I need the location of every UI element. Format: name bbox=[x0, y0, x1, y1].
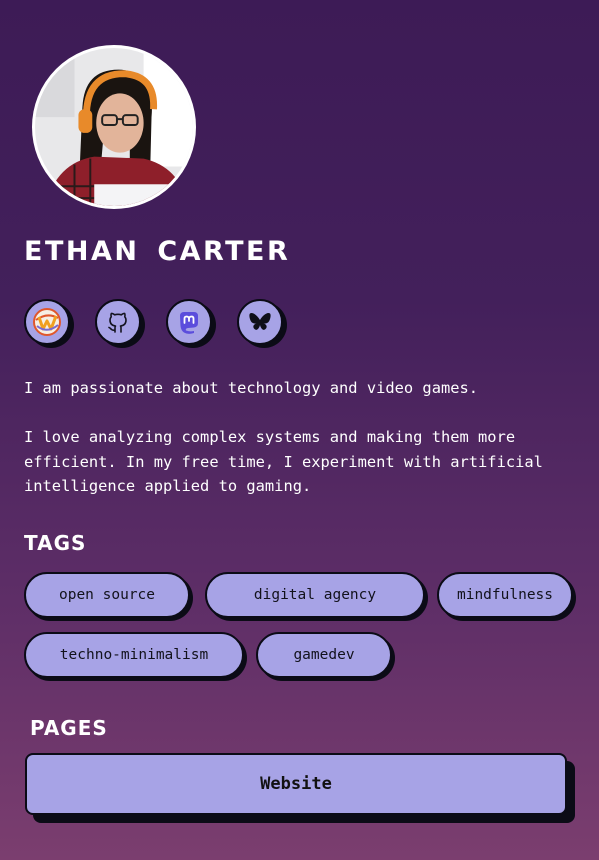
profile-name: ETHAN CARTER bbox=[24, 236, 291, 267]
bio-line-2: I love analyzing complex systems and mak… bbox=[24, 428, 543, 495]
bio-line-1: I am passionate about technology and vid… bbox=[24, 379, 479, 397]
mastodon-icon bbox=[180, 312, 198, 334]
mastodon-link[interactable] bbox=[166, 299, 212, 345]
tag-gamedev[interactable]: gamedev bbox=[256, 632, 392, 678]
wishlist-w-icon bbox=[33, 308, 61, 336]
tag-open-source[interactable]: open source bbox=[24, 572, 190, 618]
tag-techno-minimalism[interactable]: techno-minimalism bbox=[24, 632, 244, 678]
github-link[interactable] bbox=[95, 299, 141, 345]
tag-mindfulness[interactable]: mindfulness bbox=[437, 572, 573, 618]
wishlist-link[interactable] bbox=[24, 299, 70, 345]
avatar bbox=[32, 45, 196, 209]
github-icon bbox=[108, 312, 127, 333]
bio: I am passionate about technology and vid… bbox=[24, 376, 584, 499]
tags-heading: TAGS bbox=[24, 531, 87, 555]
bluesky-icon bbox=[249, 312, 271, 330]
tag-digital-agency[interactable]: digital agency bbox=[205, 572, 425, 618]
website-button[interactable]: Website bbox=[25, 753, 567, 815]
pages-heading: PAGES bbox=[30, 716, 108, 740]
social-links bbox=[24, 299, 308, 345]
bluesky-link[interactable] bbox=[237, 299, 283, 345]
